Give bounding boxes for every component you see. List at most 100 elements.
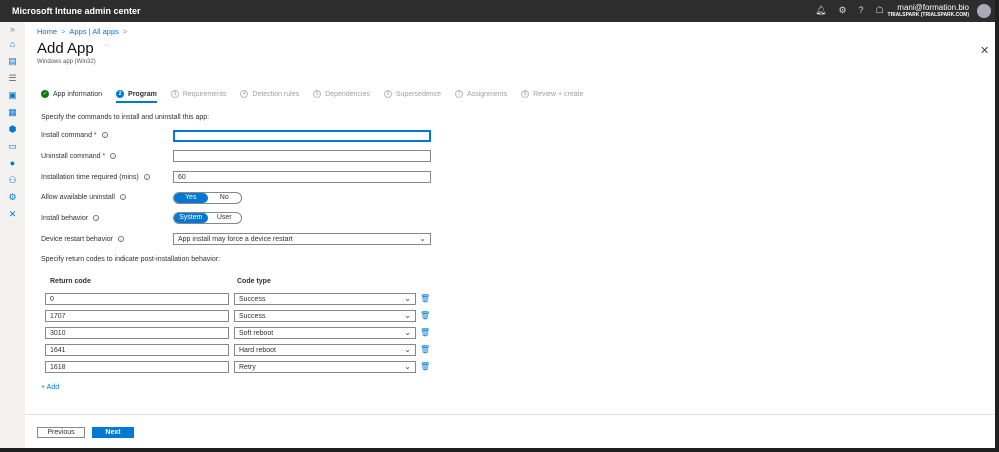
info-icon[interactable]: i [119,194,126,200]
users-icon[interactable]: ● [8,159,18,168]
breadcrumb-apps[interactable]: Apps | All apps [69,27,118,36]
step-label: Review + create [533,90,584,98]
yes-option[interactable]: Yes [174,193,208,203]
step-review-create[interactable]: 8 Review + create [521,90,584,98]
trash-icon[interactable]: 🗑︎ [420,294,430,303]
return-code-input[interactable]: 1641 [45,344,229,356]
breadcrumb-home[interactable]: Home [37,27,57,36]
troubleshooting-icon[interactable]: ✕ [8,210,18,219]
install-behavior-label: Install behavior i [41,215,100,222]
step-number: 8 [521,90,530,98]
page-title: Add App [37,40,94,57]
home-icon[interactable]: ⌂ [8,40,18,49]
step-requirements[interactable]: 3 Requirements [170,90,227,98]
chevron-down-icon: ⌄ [404,345,411,354]
user-option[interactable]: User [208,213,242,223]
code-type-select[interactable]: Success ⌄ [234,293,416,305]
trash-icon[interactable]: 🗑︎ [420,328,430,337]
code-type-select[interactable]: Success ⌄ [234,310,416,322]
security-icon[interactable]: ⬢ [8,125,18,134]
step-number: 5 [313,90,322,98]
expand-icon[interactable]: » [8,25,18,34]
step-dependencies[interactable]: 5 Dependencies [313,90,370,98]
install-command-input[interactable] [173,130,431,142]
trash-icon[interactable]: 🗑︎ [420,362,430,371]
page-subtitle: Windows app (Win32) [37,59,96,65]
step-number: 7 [455,90,464,98]
no-option[interactable]: No [208,193,242,203]
install-time-label: Installation time required (mins) i [41,174,150,181]
footer-divider [25,414,995,415]
step-app-information[interactable]: ✓ App information [41,90,102,98]
main-frame: » ⌂ ▤ ☰ ▣ ▦ ⬢ ▭ ● ⚇ ⚙ ✕ Home > Apps | All … [0,22,995,448]
return-code-input[interactable]: 1707 [45,310,229,322]
tenant-name: TRIALSPARK (TRIALSPARK.COM) [887,12,969,18]
commands-intro: Specify the commands to install and unin… [41,114,210,121]
info-icon[interactable]: i [117,236,124,242]
chevron-down-icon: ⌄ [404,311,411,320]
check-icon: ✓ [41,90,49,98]
step-label: Dependencies [325,90,370,98]
install-time-input[interactable]: 60 [173,171,431,183]
col-code-type: Code type [237,278,271,285]
chevron-down-icon: ⌄ [404,362,411,371]
more-icon[interactable]: ··· [103,42,110,49]
previous-button[interactable]: Previous [37,427,85,438]
step-program[interactable]: 2 Program [116,90,157,103]
return-code-input[interactable]: 3010 [45,327,229,339]
step-label: Supersedence [395,90,442,98]
install-behavior-toggle[interactable]: System User [173,212,242,224]
return-codes-intro: Specify return codes to indicate post-in… [41,256,220,263]
devices-icon[interactable]: ▣ [8,91,18,100]
return-code-input[interactable]: 0 [45,293,229,305]
all-services-icon[interactable]: ☰ [8,74,18,83]
step-label: Assignments [467,90,508,98]
step-assignments[interactable]: 7 Assignments [455,90,507,98]
step-label: Requirements [182,90,227,98]
avatar[interactable] [977,4,991,18]
breadcrumb: Home > Apps | All apps > [37,27,128,36]
trash-icon[interactable]: 🗑︎ [420,311,430,320]
info-icon[interactable]: i [143,174,150,180]
groups-icon[interactable]: ⚇ [8,176,18,185]
gear-icon[interactable]: ⚙ [838,5,846,16]
close-icon[interactable]: ✕ [980,44,989,57]
step-label: App information [53,90,103,98]
info-icon[interactable]: i [93,215,100,221]
bell-icon[interactable]: 🔔︎ [815,5,826,16]
trash-icon[interactable]: 🗑︎ [420,345,430,354]
dashboard-icon[interactable]: ▤ [8,57,18,66]
top-bar: Microsoft Intune admin center 🔔︎ ⚙ ? ☖ m… [0,0,995,22]
step-supersedence[interactable]: 6 Supersedence [383,90,442,98]
uninstall-command-label: Uninstall command * i [41,153,117,160]
app-title: Microsoft Intune admin center [12,6,141,16]
sidebar: » ⌂ ▤ ☰ ▣ ▦ ⬢ ▭ ● ⚇ ⚙ ✕ [0,22,25,448]
step-number: 3 [170,90,179,98]
code-type-select[interactable]: Retry ⌄ [234,361,416,373]
next-button[interactable]: Next [92,427,134,438]
help-icon[interactable]: ? [859,5,864,16]
step-number: 2 [116,90,125,98]
uninstall-command-input[interactable] [173,150,431,162]
install-command-label: Install command * i [41,132,108,139]
step-detection-rules[interactable]: 4 Detection rules [240,90,299,98]
info-icon[interactable]: i [101,132,108,138]
return-code-input[interactable]: 1618 [45,361,229,373]
tenant-admin-icon[interactable]: ⚙ [8,193,18,202]
step-number: 4 [240,90,249,98]
step-number: 6 [383,90,392,98]
apps-icon[interactable]: ▦ [8,108,18,117]
code-type-select[interactable]: Soft reboot ⌄ [234,327,416,339]
add-return-code-button[interactable]: + Add [41,384,59,391]
account-menu[interactable]: mani@formation.bio TRIALSPARK (TRIALSPAR… [888,3,969,18]
reports-icon[interactable]: ▭ [8,142,18,151]
restart-behavior-label: Device restart behavior i [41,236,124,243]
info-icon[interactable]: i [110,153,117,159]
step-label: Detection rules [252,90,300,98]
allow-uninstall-toggle[interactable]: Yes No [173,192,242,204]
restart-behavior-select[interactable]: App install may force a device restart ⌄ [173,233,431,245]
chevron-down-icon: ⌄ [404,328,411,337]
code-type-select[interactable]: Hard reboot ⌄ [234,344,416,356]
feedback-icon[interactable]: ☖ [876,5,884,16]
system-option[interactable]: System [174,213,208,223]
